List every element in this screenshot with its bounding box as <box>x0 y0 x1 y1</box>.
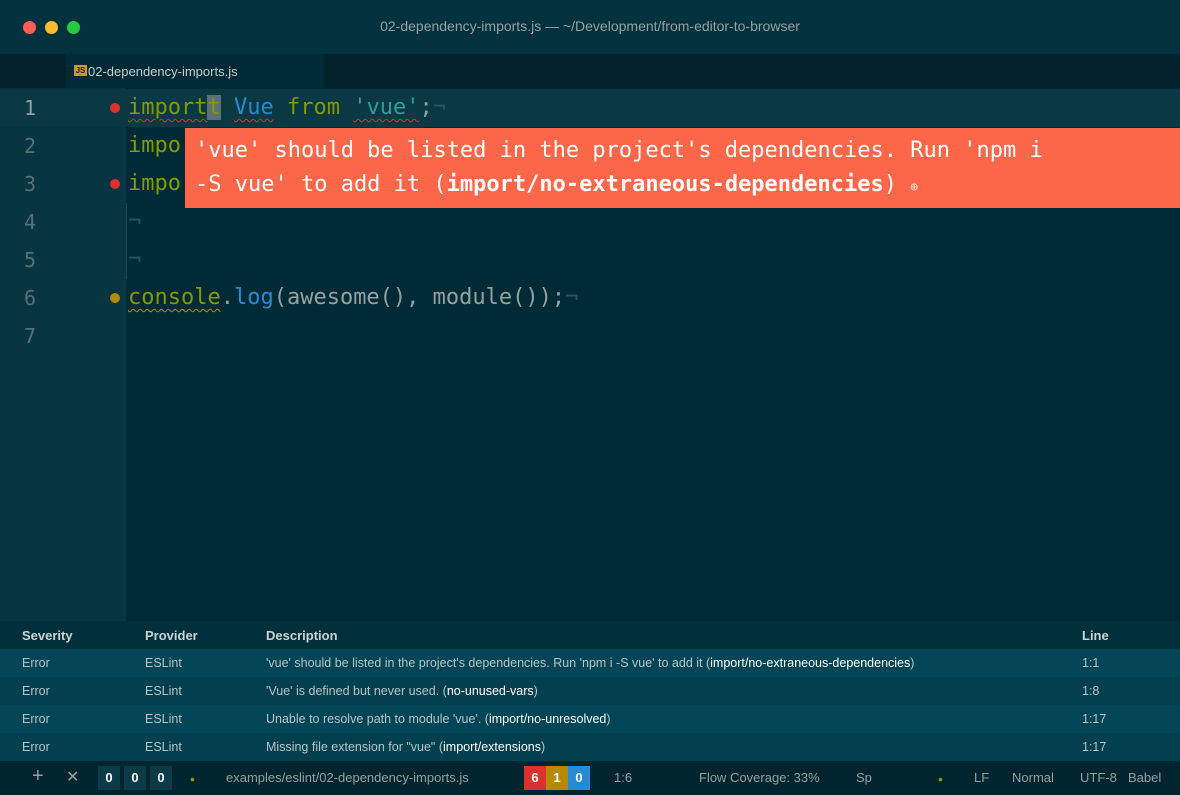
invisible-eol-icon: ¬ <box>565 285 579 310</box>
count-badge[interactable]: 0 <box>124 766 146 790</box>
error-marker-icon[interactable] <box>110 103 120 113</box>
line-number: 2 <box>23 134 37 158</box>
line-cell[interactable]: 1:17 <box>1082 740 1106 754</box>
info-count-badge[interactable]: 0 <box>568 766 590 790</box>
severity-cell: Error <box>22 684 50 698</box>
lint-error-tooltip[interactable]: 'vue' should be listed in the project's … <box>185 128 1180 208</box>
count-badge[interactable]: 0 <box>98 766 120 790</box>
error-marker-icon[interactable] <box>110 179 120 189</box>
severity-cell: Error <box>22 712 50 726</box>
vim-mode[interactable]: Normal <box>1012 770 1054 785</box>
description-cell: Unable to resolve path to module 'vue'. … <box>266 712 611 726</box>
link-icon[interactable]: ⊕ <box>910 180 918 195</box>
line-number: 3 <box>23 172 37 196</box>
line-number: 4 <box>23 210 37 234</box>
status-dot-icon: • <box>938 771 943 787</box>
code-line-4[interactable]: 4 ¬ <box>0 203 1180 241</box>
severity-cell: Error <box>22 656 50 670</box>
provider-cell: ESLint <box>145 656 182 670</box>
file-path[interactable]: examples/eslint/02-dependency-imports.js <box>226 770 469 785</box>
header-description[interactable]: Description <box>266 628 338 643</box>
warning-marker-icon[interactable] <box>110 293 120 303</box>
invisible-eol-icon: ¬ <box>128 247 142 272</box>
code-line-5[interactable]: 5 ¬ <box>0 241 1180 279</box>
title-bar: 02-dependency-imports.js — ~/Development… <box>0 0 1180 54</box>
code-line-1[interactable]: 1 importt Vue from 'vue';¬ <box>0 89 1180 127</box>
invisible-eol-icon: ¬ <box>432 95 446 120</box>
table-row[interactable]: Error ESLint 'Vue' is defined but never … <box>0 677 1180 705</box>
tooltip-message-line1: 'vue' should be listed in the project's … <box>195 138 1043 163</box>
cursor-position[interactable]: 1:6 <box>614 770 632 785</box>
code-text: ¬ <box>128 203 141 241</box>
line-ending[interactable]: LF <box>974 770 989 785</box>
line-number: 6 <box>23 286 37 310</box>
line-number: 7 <box>23 324 37 348</box>
panel-header: Severity Provider Description Line <box>0 621 1180 649</box>
line-cell[interactable]: 1:8 <box>1082 684 1099 698</box>
window-title: 02-dependency-imports.js — ~/Development… <box>380 18 800 34</box>
tab-label: 02-dependency-imports.js <box>88 64 238 79</box>
header-severity[interactable]: Severity <box>22 628 73 643</box>
line-cell[interactable]: 1:17 <box>1082 712 1106 726</box>
count-badge[interactable]: 0 <box>150 766 172 790</box>
table-row[interactable]: Error ESLint Unable to resolve path to m… <box>0 705 1180 733</box>
table-row[interactable]: Error ESLint Missing file extension for … <box>0 733 1180 761</box>
indent-guide <box>126 241 127 279</box>
error-count-badge[interactable]: 6 <box>524 766 546 790</box>
code-line-7[interactable]: 7 <box>0 317 1180 355</box>
table-row[interactable]: Error ESLint 'vue' should be listed in t… <box>0 649 1180 677</box>
warning-count-badge[interactable]: 1 <box>546 766 568 790</box>
severity-cell: Error <box>22 740 50 754</box>
line-cell[interactable]: 1:1 <box>1082 656 1099 670</box>
header-provider[interactable]: Provider <box>145 628 198 643</box>
tooltip-message-line2: -S vue' to add it (import/no-extraneous-… <box>195 172 919 197</box>
description-cell: 'Vue' is defined but never used. (no-unu… <box>266 684 538 698</box>
tooltip-rule: import/no-extraneous-dependencies <box>446 172 884 197</box>
js-file-icon: JS <box>74 65 87 76</box>
code-text: ¬ <box>128 241 141 279</box>
grammar[interactable]: Babel <box>1128 770 1161 785</box>
provider-cell: ESLint <box>145 712 182 726</box>
linter-panel: Severity Provider Description Line Error… <box>0 621 1180 761</box>
add-icon[interactable]: + <box>32 766 44 786</box>
code-text: console.log(awesome(), module());¬ <box>128 285 579 310</box>
line-number: 1 <box>23 96 37 120</box>
code-text: importt Vue from 'vue';¬ <box>128 95 446 120</box>
encoding[interactable]: UTF-8 <box>1080 770 1117 785</box>
description-cell: 'vue' should be listed in the project's … <box>266 656 915 670</box>
header-line[interactable]: Line <box>1082 628 1109 643</box>
description-cell: Missing file extension for "vue" (import… <box>266 740 546 754</box>
status-dot-icon: • <box>190 771 195 787</box>
line-number: 5 <box>23 248 37 272</box>
tab-bar: JS 02-dependency-imports.js <box>0 54 1180 88</box>
status-bar: + ✕ 0 0 0 • examples/eslint/02-dependenc… <box>0 761 1180 795</box>
code-text: impo <box>128 171 181 196</box>
invisible-eol-icon: ¬ <box>128 209 142 234</box>
provider-cell: ESLint <box>145 740 182 754</box>
code-text: impo <box>128 133 181 158</box>
tab-file[interactable]: JS 02-dependency-imports.js <box>66 54 324 88</box>
close-icon[interactable]: ✕ <box>66 768 79 788</box>
spaces-indicator[interactable]: Sp <box>856 770 872 785</box>
provider-cell: ESLint <box>145 684 182 698</box>
indent-guide <box>126 203 127 241</box>
flow-coverage[interactable]: Flow Coverage: 33% <box>699 770 820 785</box>
text-cursor: t <box>207 95 221 120</box>
code-line-6[interactable]: 6 console.log(awesome(), module());¬ <box>0 279 1180 317</box>
